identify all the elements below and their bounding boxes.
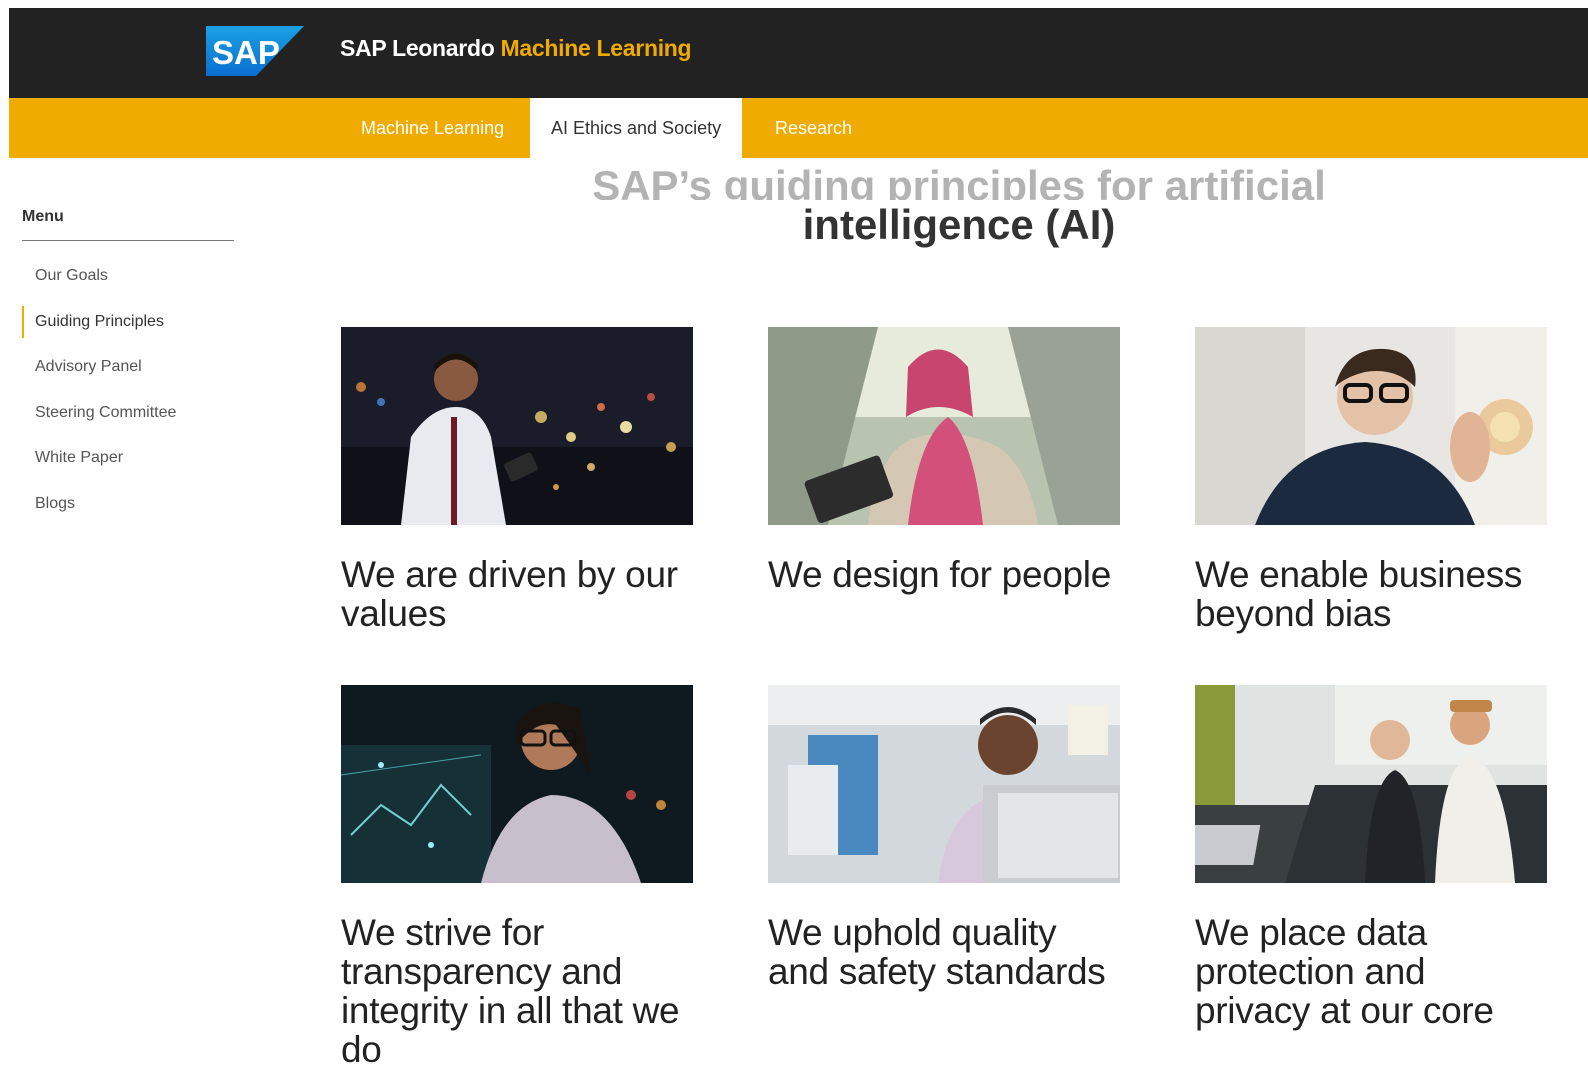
section-nav: Machine Learning AI Ethics and Society R… — [9, 98, 1588, 158]
svg-text:SAP: SAP — [212, 34, 280, 71]
sidebar-item-white-paper[interactable]: White Paper — [22, 435, 234, 481]
woman-in-car-with-tablet-photo[interactable] — [768, 327, 1120, 525]
sidebar-item-steering-committee[interactable]: Steering Committee — [22, 390, 234, 436]
site-title-prefix: SAP Leonardo — [340, 35, 495, 61]
site-title[interactable]: SAP Leonardo Machine Learning — [340, 35, 692, 62]
tab-research[interactable]: Research — [754, 98, 873, 158]
card-title[interactable]: We uphold quality and safety standards — [768, 913, 1120, 991]
menu-list: Our Goals Guiding Principles Advisory Pa… — [22, 253, 234, 526]
page-title: SAP’s guiding principles for artificial … — [459, 162, 1459, 250]
page-title-line1: SAP’s guiding principles for artificial — [592, 162, 1326, 200]
principle-card[interactable]: We enable business beyond bias — [1195, 327, 1547, 633]
top-header-bar: SAP SAP Leonardo Machine Learning — [9, 8, 1588, 98]
principle-card[interactable]: We place data protection and privacy at … — [1195, 685, 1547, 1030]
sidebar-item-our-goals[interactable]: Our Goals — [22, 253, 234, 299]
two-people-on-sofa-photo[interactable] — [1195, 685, 1547, 883]
sidebar-item-guiding-principles[interactable]: Guiding Principles — [22, 299, 234, 345]
card-title[interactable]: We design for people — [768, 555, 1120, 594]
tab-ai-ethics-and-society[interactable]: AI Ethics and Society — [530, 98, 743, 158]
young-man-with-glasses-photo[interactable] — [1195, 327, 1547, 525]
woman-with-holographic-data-photo[interactable] — [341, 685, 693, 883]
principle-card[interactable]: We design for people — [768, 327, 1120, 594]
man-at-laptop-office-photo[interactable] — [768, 685, 1120, 883]
card-title[interactable]: We enable business beyond bias — [1195, 555, 1547, 633]
principle-card[interactable]: We strive for transparency and integrity… — [341, 685, 693, 1069]
page: SAP SAP Leonardo Machine Learning Machin… — [9, 8, 1588, 1086]
tab-machine-learning[interactable]: Machine Learning — [340, 98, 525, 158]
menu-title: Menu — [22, 208, 234, 241]
sidebar-item-advisory-panel[interactable]: Advisory Panel — [22, 344, 234, 390]
sidebar-item-blogs[interactable]: Blogs — [22, 481, 234, 527]
principle-card[interactable]: We are driven by our values — [341, 327, 693, 633]
sidebar-menu: Menu Our Goals Guiding Principles Adviso… — [22, 208, 234, 526]
card-title[interactable]: We strive for transparency and integrity… — [341, 913, 693, 1069]
page-title-line2: intelligence (AI) — [802, 201, 1116, 248]
site-title-accent: Machine Learning — [500, 35, 692, 61]
card-title[interactable]: We are driven by our values — [341, 555, 693, 633]
principle-card[interactable]: We uphold quality and safety standards — [768, 685, 1120, 991]
sap-logo[interactable]: SAP — [206, 26, 304, 76]
card-title[interactable]: We place data protection and privacy at … — [1195, 913, 1547, 1030]
man-with-tablet-city-night-photo[interactable] — [341, 327, 693, 525]
